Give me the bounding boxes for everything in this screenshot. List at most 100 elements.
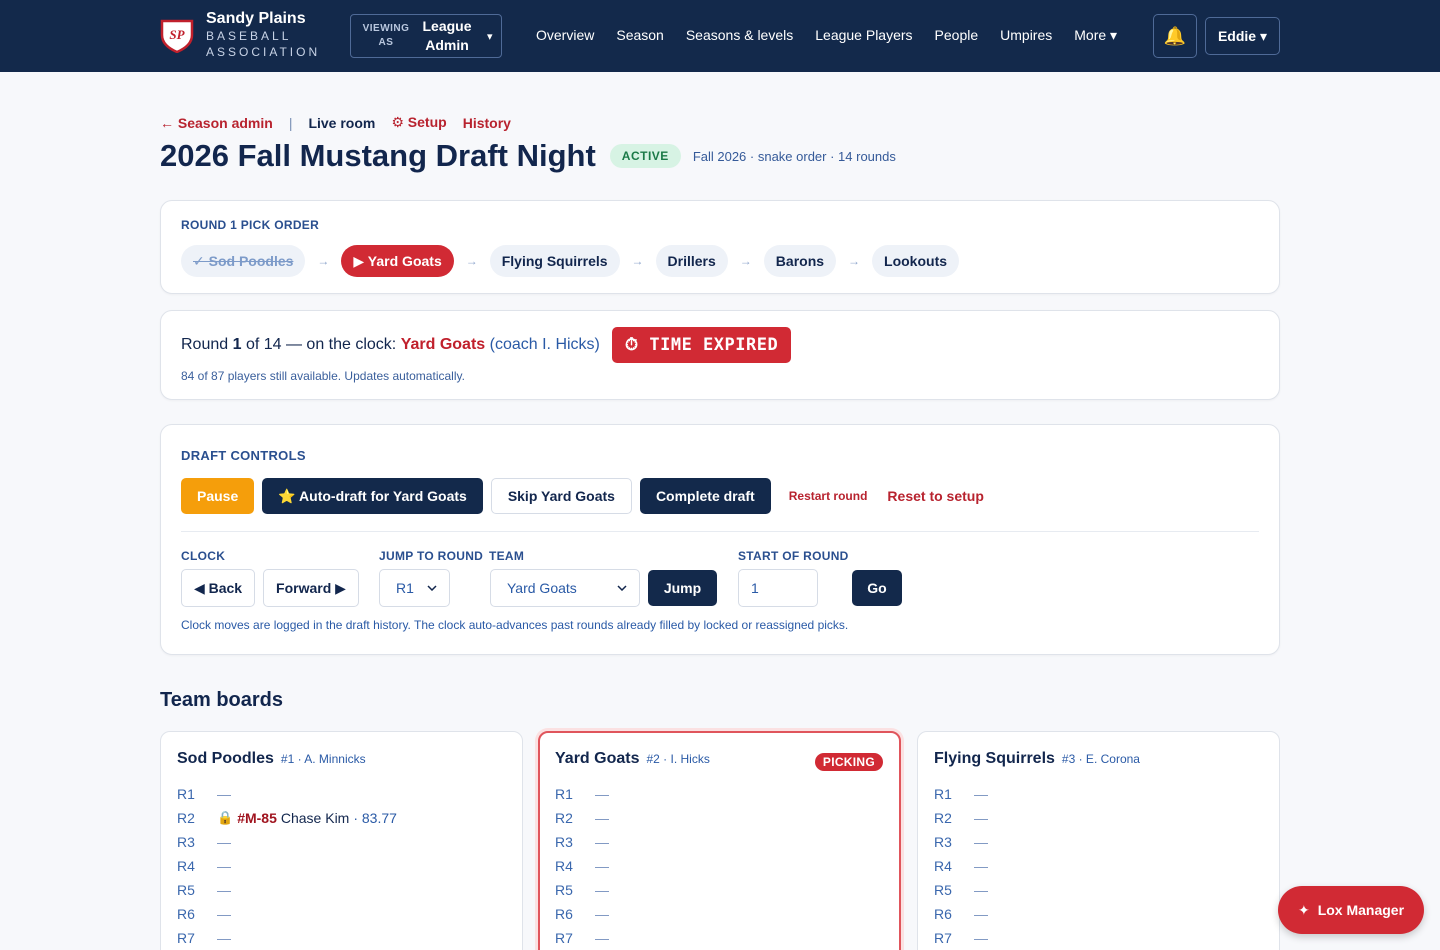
nav-more[interactable]: More ▾ [1074, 27, 1117, 44]
board-row: R7 — [555, 926, 609, 950]
restart-round-link[interactable]: Restart round [789, 489, 868, 503]
team-select-value: Yard Goats [507, 580, 577, 596]
empty-pick: — [974, 882, 988, 898]
board-row: R7 — [934, 926, 988, 950]
history-link[interactable]: History [463, 115, 511, 131]
on-the-clock-card: Round 1 of 14 — on the clock: Yard Goats… [160, 310, 1280, 400]
auto-draft-button[interactable]: ⭐ Auto-draft for Yard Goats [262, 478, 483, 514]
clock-forward-button[interactable]: Forward ▶ [263, 569, 359, 607]
board-row: R6 — [177, 902, 397, 926]
board-row: R4 — [177, 854, 397, 878]
empty-pick: — [217, 882, 231, 898]
jump-button[interactable]: Jump [648, 570, 717, 606]
empty-pick: — [217, 786, 231, 802]
page-title: 2026 Fall Mustang Draft Night [160, 138, 596, 173]
pick-order-label: ROUND 1 PICK ORDER [181, 218, 320, 232]
nav-league-players[interactable]: League Players [815, 27, 912, 44]
board-row: R1 — [555, 782, 609, 806]
empty-pick: — [595, 858, 609, 874]
empty-pick: — [974, 786, 988, 802]
round-number: R1 [177, 786, 195, 802]
jump-round-select[interactable]: R1 [379, 569, 450, 607]
team-field: TEAM Yard Goats Jump [489, 549, 717, 607]
chevron-down-icon [617, 585, 627, 591]
board-team-name: Sod Poodles [177, 750, 274, 767]
viewing-as-dropdown[interactable]: VIEWING AS League Admin ▾ [350, 14, 502, 58]
brand[interactable]: SP Sandy Plains BASEBALL ASSOCIATION [160, 10, 320, 60]
nav-umpires[interactable]: Umpires [1000, 27, 1052, 44]
empty-pick: — [595, 810, 609, 826]
logo-text: SP [169, 27, 185, 42]
live-room-tab[interactable]: Live room [308, 115, 375, 131]
jump-round-label: JUMP TO ROUND [379, 549, 484, 563]
board-row: R5 — [934, 878, 988, 902]
board-team-meta: #1 · A. Minnicks [280, 752, 366, 766]
notifications-button[interactable]: 🔔 [1153, 14, 1197, 58]
start-of-round-field: START OF ROUND 1 Go [738, 549, 902, 607]
skip-team-button[interactable]: Skip Yard Goats [490, 478, 632, 514]
board-row[interactable]: R2 🔒 #M-85 Chase Kim · 83.77 [177, 806, 397, 830]
main-nav: Overview Season Seasons & levels League … [536, 27, 1139, 44]
lock-icon: 🔒 [217, 810, 234, 825]
complete-draft-button[interactable]: Complete draft [639, 478, 771, 514]
round-number: R5 [177, 882, 195, 898]
on-clock-coach: (coach I. Hicks) [485, 336, 600, 353]
empty-pick: — [217, 906, 231, 922]
arrow-right-icon: → [739, 254, 752, 268]
empty-pick: — [974, 858, 988, 874]
user-menu-button[interactable]: Eddie ▾ [1205, 17, 1280, 55]
time-expired-badge: ⏱ TIME EXPIRED [611, 327, 792, 363]
nav-seasons-levels[interactable]: Seasons & levels [686, 27, 793, 44]
current-round: 1 [232, 336, 242, 353]
jump-round-field: JUMP TO ROUND R1 [379, 549, 483, 607]
round-number: R4 [555, 858, 573, 874]
empty-pick: — [974, 906, 988, 922]
setup-link[interactable]: ⚙ Setup [391, 114, 446, 131]
empty-pick: — [595, 930, 609, 946]
round-number: R3 [934, 834, 952, 850]
round-number: R6 [177, 906, 195, 922]
reset-to-setup-link[interactable]: Reset to setup [887, 488, 983, 504]
picking-badge: PICKING [814, 753, 883, 771]
team-select[interactable]: Yard Goats [490, 569, 640, 607]
team-board-flying-squirrels: Flying Squirrels #3 · E. Corona R1— R2— … [917, 731, 1280, 950]
empty-pick: — [217, 930, 231, 946]
draft-controls-label: DRAFT CONTROLS [181, 448, 306, 463]
pick-team-drillers[interactable]: Drillers [655, 245, 728, 277]
nav-overview[interactable]: Overview [536, 27, 594, 44]
board-row: R7 — [177, 926, 397, 950]
brand-name: Sandy Plains [206, 10, 306, 27]
board-row: R5 — [177, 878, 397, 902]
round-number: R7 [934, 930, 952, 946]
round-number: R2 [934, 810, 952, 826]
go-button[interactable]: Go [852, 570, 902, 606]
empty-pick: — [595, 786, 609, 802]
as-label: AS [378, 37, 394, 48]
player-name: Chase Kim [280, 810, 350, 826]
nav-season[interactable]: Season [616, 27, 663, 44]
breadcrumb-separator: | [288, 114, 293, 131]
chevron-down-icon: ▾ [487, 30, 493, 43]
pause-button[interactable]: Pause [181, 478, 255, 514]
top-navbar: SP Sandy Plains BASEBALL ASSOCIATION VIE… [0, 0, 1440, 72]
pick-team-sod-poodles[interactable]: ✓ Sod Poodles [181, 245, 306, 277]
on-clock-team: Yard Goats [400, 336, 486, 353]
lox-manager-button[interactable]: ✦ Lox Manager [1278, 886, 1424, 934]
clock-label: CLOCK [181, 549, 226, 563]
start-of-round-label: START OF ROUND [738, 549, 849, 563]
season-admin-link[interactable]: ← Season admin [160, 115, 273, 131]
start-of-round-input[interactable]: 1 [738, 569, 818, 607]
pick-team-lookouts[interactable]: Lookouts [872, 245, 960, 277]
pick-team-yard-goats[interactable]: ▶ Yard Goats [341, 245, 454, 277]
board-row: R3 — [934, 830, 988, 854]
divider [181, 531, 1259, 532]
jump-round-value: R1 [396, 580, 414, 596]
role-line-1: League [422, 18, 472, 34]
nav-people[interactable]: People [935, 27, 979, 44]
pick-team-barons[interactable]: Barons [763, 245, 837, 277]
round-number: R4 [177, 858, 195, 874]
empty-pick: — [217, 834, 231, 850]
round-number: R6 [934, 906, 952, 922]
clock-back-button[interactable]: ◀ Back [181, 569, 255, 607]
pick-team-flying-squirrels[interactable]: Flying Squirrels [489, 245, 620, 277]
